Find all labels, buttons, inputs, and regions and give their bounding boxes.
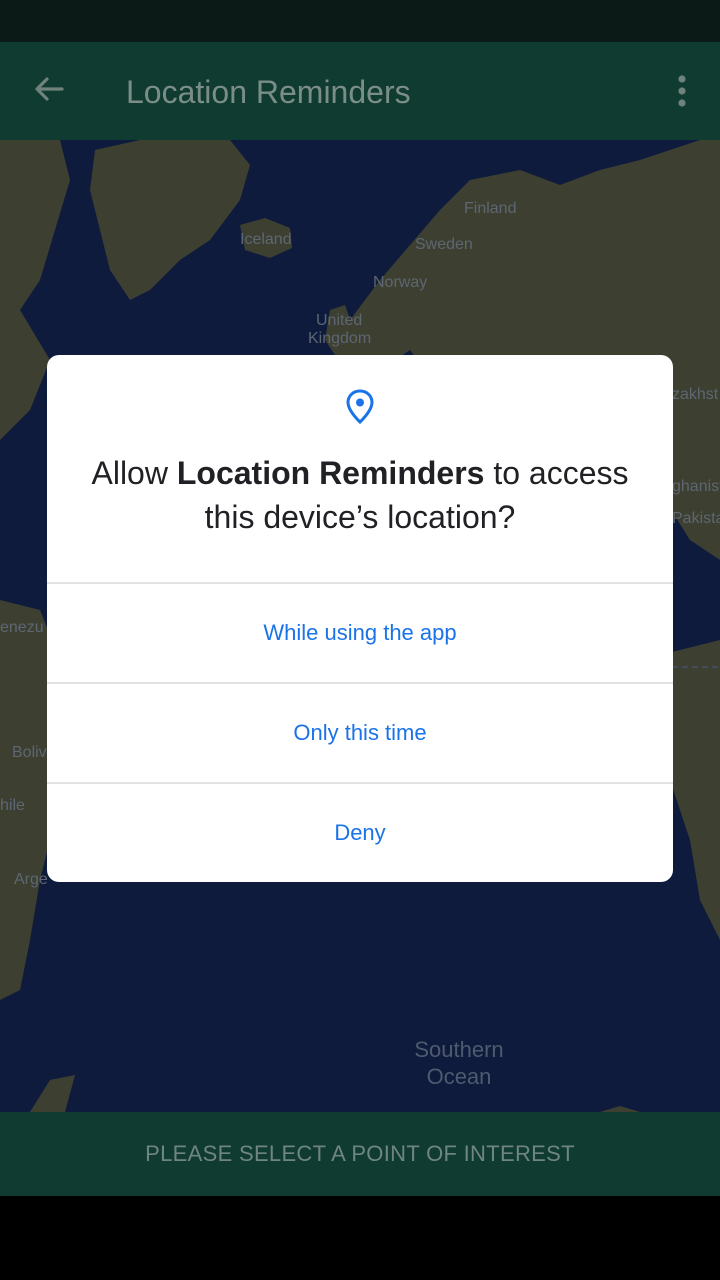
map-label-venezuela: enezu [0, 619, 44, 636]
map-label-southern-ocean-line2: Ocean [426, 1064, 492, 1089]
landmass-antarctica-left [30, 1075, 75, 1112]
map-label-chile: hile [0, 797, 25, 814]
map-label-argentina: Arge [14, 871, 48, 888]
map-label-kazakhstan: zakhst [672, 386, 719, 403]
map-label-sweden: Sweden [415, 236, 473, 253]
dialog-title-prefix: Allow [91, 455, 177, 491]
arrow-left-icon[interactable] [26, 66, 72, 112]
screen: Location Reminders Finland Iceland Swede… [0, 0, 720, 1280]
while-using-app-button[interactable]: While using the app [47, 584, 673, 682]
landmass-greenland [90, 140, 250, 300]
only-this-time-button[interactable]: Only this time [47, 684, 673, 782]
dialog-title: Allow Location Reminders to access this … [67, 451, 653, 539]
map-label-bolivia: Boliv [12, 744, 47, 761]
deny-button[interactable]: Deny [47, 784, 673, 882]
map-label-southern-ocean-line1: Southern [414, 1037, 504, 1062]
navigation-bar-area [0, 1196, 720, 1280]
map-label-iceland: Iceland [240, 231, 292, 248]
map-label-finland: Finland [464, 200, 517, 217]
location-pin-icon [345, 389, 375, 425]
app-bar: Location Reminders [0, 42, 720, 140]
dialog-title-app-name: Location Reminders [176, 455, 485, 491]
map-label-pakistan: Pakista [672, 510, 720, 527]
map-label-uk-line1: United [316, 312, 363, 329]
map-label-uk-line2: Kingdom [308, 330, 372, 347]
app-title: Location Reminders [126, 74, 411, 110]
status-bar [0, 0, 720, 42]
map-label-norway: Norway [373, 274, 428, 291]
location-permission-dialog: Allow Location Reminders to access this … [47, 355, 673, 882]
map-label-afghanistan: ghanist [672, 478, 720, 495]
select-poi-label: PLEASE SELECT A POINT OF INTEREST [145, 1141, 575, 1166]
select-poi-banner[interactable]: PLEASE SELECT A POINT OF INTEREST [0, 1112, 720, 1196]
more-vert-icon[interactable] [664, 70, 700, 112]
